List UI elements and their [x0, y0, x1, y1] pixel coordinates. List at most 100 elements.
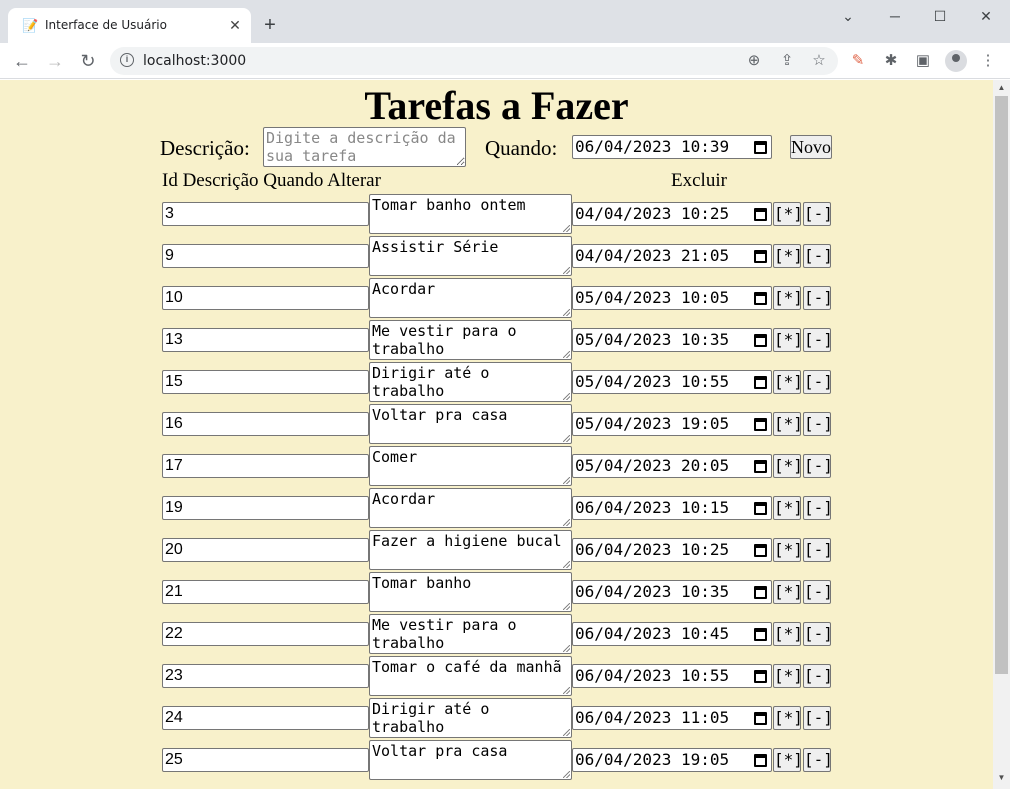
delete-task-button[interactable]: [-]	[803, 664, 833, 688]
task-description-field[interactable]: Acordar	[369, 488, 572, 528]
edit-task-button[interactable]: [*]	[773, 328, 803, 352]
forward-arrow-icon[interactable]: →	[43, 49, 67, 73]
task-datetime-field[interactable]: 06/04/2023 10:35	[572, 580, 772, 604]
delete-task-button[interactable]: [-]	[803, 286, 833, 310]
task-datetime-field[interactable]: 06/04/2023 10:15	[572, 496, 772, 520]
task-id-field[interactable]: 3	[162, 202, 369, 226]
calendar-icon[interactable]	[754, 141, 767, 154]
task-description-field[interactable]: Voltar pra casa	[369, 404, 572, 444]
url-text[interactable]: localhost:3000	[143, 53, 246, 69]
share-icon[interactable]: ⇪	[777, 51, 797, 71]
more-menu-icon[interactable]: ⋮	[978, 51, 998, 71]
delete-task-button[interactable]: [-]	[803, 622, 833, 646]
delete-task-button[interactable]: [-]	[803, 244, 833, 268]
task-id-field[interactable]: 22	[162, 622, 369, 646]
task-datetime-field[interactable]: 05/04/2023 10:55	[572, 370, 772, 394]
delete-task-button[interactable]: [-]	[803, 370, 833, 394]
task-datetime-field[interactable]: 05/04/2023 10:35	[572, 328, 772, 352]
calendar-icon[interactable]	[754, 334, 767, 347]
when-datetime-input[interactable]: 06/04/2023 10:39	[572, 135, 772, 159]
task-datetime-field[interactable]: 05/04/2023 20:05	[572, 454, 772, 478]
calendar-icon[interactable]	[754, 376, 767, 389]
task-description-field[interactable]: Voltar pra casa	[369, 740, 572, 780]
task-description-field[interactable]: Tomar banho	[369, 572, 572, 612]
task-datetime-field[interactable]: 05/04/2023 19:05	[572, 412, 772, 436]
zoom-icon[interactable]: ⊕	[744, 51, 764, 71]
task-id-field[interactable]: 21	[162, 580, 369, 604]
task-datetime-field[interactable]: 06/04/2023 10:25	[572, 538, 772, 562]
new-tab-icon[interactable]: +	[258, 13, 282, 37]
resize-grip-icon[interactable]	[563, 435, 570, 442]
resize-grip-icon[interactable]	[563, 267, 570, 274]
resize-grip-icon[interactable]	[563, 351, 570, 358]
task-id-field[interactable]: 20	[162, 538, 369, 562]
edit-task-button[interactable]: [*]	[773, 538, 803, 562]
description-input[interactable]	[263, 127, 466, 167]
task-description-field[interactable]: Dirigir até o trabalho	[369, 362, 572, 402]
task-description-field[interactable]: Me vestir para o trabalho	[369, 320, 572, 360]
reload-icon[interactable]: ↻	[76, 49, 100, 73]
edit-task-button[interactable]: [*]	[773, 622, 803, 646]
task-id-field[interactable]: 13	[162, 328, 369, 352]
new-task-button[interactable]: Novo	[790, 135, 832, 159]
calendar-icon[interactable]	[754, 502, 767, 515]
calendar-icon[interactable]	[754, 250, 767, 263]
extension-pen-icon[interactable]: ✎	[848, 51, 868, 71]
delete-task-button[interactable]: [-]	[803, 706, 833, 730]
close-window-icon[interactable]: ✕	[974, 4, 998, 28]
resize-grip-icon[interactable]	[563, 561, 570, 568]
delete-task-button[interactable]: [-]	[803, 412, 833, 436]
task-id-field[interactable]: 25	[162, 748, 369, 772]
edit-task-button[interactable]: [*]	[773, 244, 803, 268]
delete-task-button[interactable]: [-]	[803, 496, 833, 520]
vertical-scrollbar[interactable]: ▲ ▼	[993, 80, 1010, 789]
calendar-icon[interactable]	[754, 544, 767, 557]
task-description-field[interactable]: Me vestir para o trabalho	[369, 614, 572, 654]
back-arrow-icon[interactable]: ←	[10, 49, 34, 73]
edit-task-button[interactable]: [*]	[773, 664, 803, 688]
side-panel-icon[interactable]: ▣	[913, 51, 933, 71]
resize-grip-icon[interactable]	[563, 687, 570, 694]
calendar-icon[interactable]	[754, 712, 767, 725]
edit-task-button[interactable]: [*]	[773, 202, 803, 226]
task-datetime-field[interactable]: 06/04/2023 11:05	[572, 706, 772, 730]
resize-grip-icon[interactable]	[563, 603, 570, 610]
calendar-icon[interactable]	[754, 628, 767, 641]
maximize-icon[interactable]: ☐	[928, 4, 952, 28]
edit-task-button[interactable]: [*]	[773, 412, 803, 436]
delete-task-button[interactable]: [-]	[803, 454, 833, 478]
task-datetime-field[interactable]: 06/04/2023 19:05	[572, 748, 772, 772]
delete-task-button[interactable]: [-]	[803, 538, 833, 562]
task-id-field[interactable]: 24	[162, 706, 369, 730]
resize-grip-icon[interactable]	[563, 771, 570, 778]
delete-task-button[interactable]: [-]	[803, 202, 833, 226]
task-datetime-field[interactable]: 05/04/2023 10:05	[572, 286, 772, 310]
resize-grip-icon[interactable]	[563, 519, 570, 526]
edit-task-button[interactable]: [*]	[773, 496, 803, 520]
task-datetime-field[interactable]: 06/04/2023 10:55	[572, 664, 772, 688]
calendar-icon[interactable]	[754, 292, 767, 305]
calendar-icon[interactable]	[754, 460, 767, 473]
task-id-field[interactable]: 9	[162, 244, 369, 268]
delete-task-button[interactable]: [-]	[803, 328, 833, 352]
task-description-field[interactable]: Assistir Série	[369, 236, 572, 276]
task-description-field[interactable]: Acordar	[369, 278, 572, 318]
address-bar[interactable]: i localhost:3000 ⊕ ⇪ ☆	[110, 47, 838, 75]
delete-task-button[interactable]: [-]	[803, 748, 833, 772]
task-id-field[interactable]: 16	[162, 412, 369, 436]
extensions-puzzle-icon[interactable]: ✱	[881, 51, 901, 71]
calendar-icon[interactable]	[754, 754, 767, 767]
task-description-field[interactable]: Tomar banho ontem	[369, 194, 572, 234]
resize-grip-icon[interactable]	[563, 225, 570, 232]
resize-grip-icon[interactable]	[563, 309, 570, 316]
tab-search-chevron-icon[interactable]: ⌄	[836, 4, 860, 28]
edit-task-button[interactable]: [*]	[773, 454, 803, 478]
task-id-field[interactable]: 17	[162, 454, 369, 478]
scroll-up-arrow-icon[interactable]: ▲	[996, 83, 1007, 92]
scrollbar-thumb[interactable]	[995, 96, 1008, 674]
bookmark-star-icon[interactable]: ☆	[809, 51, 829, 71]
calendar-icon[interactable]	[754, 670, 767, 683]
resize-grip-icon[interactable]	[563, 645, 570, 652]
task-id-field[interactable]: 10	[162, 286, 369, 310]
task-description-field[interactable]: Comer	[369, 446, 572, 486]
